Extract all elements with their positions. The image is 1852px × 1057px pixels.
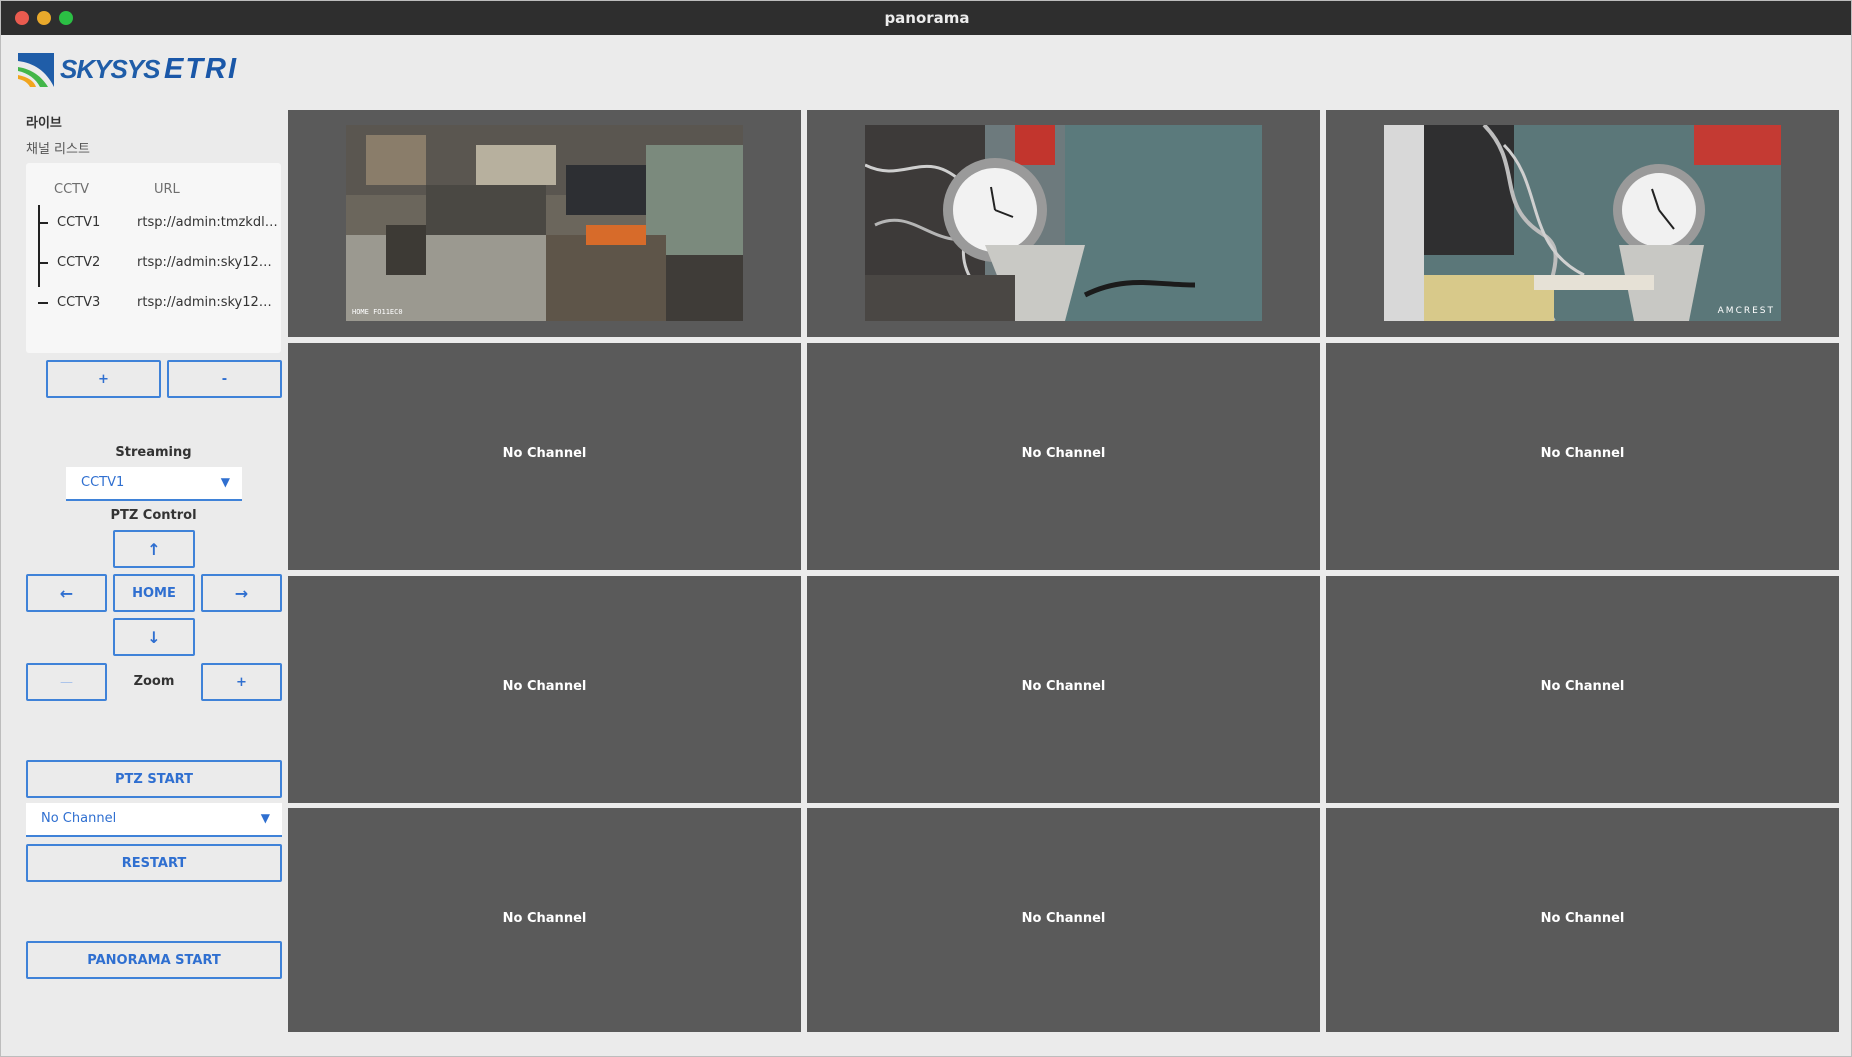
camera-feed-cctv1: HOME FO11EC0: [346, 125, 743, 321]
zoom-in-button[interactable]: +: [201, 663, 282, 701]
title-bar: panorama: [1, 1, 1851, 35]
no-channel-label: No Channel: [1540, 679, 1625, 694]
dropdown-arrow-icon: ▼: [260, 811, 270, 825]
no-channel-label: No Channel: [1540, 446, 1625, 461]
brand-etri-text: ETRI: [164, 53, 239, 85]
channel-list-label: 채널 리스트: [26, 142, 90, 157]
video-tile-cctv2[interactable]: [807, 110, 1320, 337]
brand-logo: SKYSYS ETRI: [16, 49, 266, 91]
video-tile-empty[interactable]: No Channel: [288, 576, 801, 803]
column-header-cctv[interactable]: CCTV: [54, 182, 89, 197]
add-channel-button[interactable]: +: [46, 360, 161, 398]
camera-feed-cctv3: AMCREST: [1384, 125, 1781, 321]
streaming-select[interactable]: CCTV1 ▼: [66, 467, 242, 501]
panorama-start-button[interactable]: PANORAMA START: [26, 941, 282, 979]
restart-channel-select[interactable]: No Channel ▼: [26, 803, 282, 837]
video-tile-empty[interactable]: No Channel: [1326, 576, 1839, 803]
feed-brand-watermark: AMCREST: [1717, 306, 1775, 316]
channel-url[interactable]: rtsp://admin:sky123!!...: [137, 295, 279, 310]
video-tile-cctv3[interactable]: AMCREST: [1326, 110, 1839, 337]
brand-skysys-text: SKYSYS: [60, 54, 160, 84]
video-tile-cctv1[interactable]: HOME FO11EC0: [288, 110, 801, 337]
channel-name[interactable]: CCTV2: [57, 255, 100, 270]
channel-url[interactable]: rtsp://admin:sky123!!...: [137, 255, 279, 270]
channel-name[interactable]: CCTV3: [57, 295, 100, 310]
zoom-out-button[interactable]: —: [26, 663, 107, 701]
dropdown-arrow-icon: ▼: [220, 475, 230, 489]
no-channel-label: No Channel: [1540, 911, 1625, 926]
ptz-up-button[interactable]: ↑: [113, 530, 195, 568]
no-channel-label: No Channel: [1021, 446, 1106, 461]
video-tile-empty[interactable]: No Channel: [1326, 808, 1839, 1032]
camera-feed-cctv2: [865, 125, 1262, 321]
ptz-right-button[interactable]: →: [201, 574, 282, 612]
ptz-control-label: PTZ Control: [110, 508, 197, 523]
remove-channel-button[interactable]: -: [167, 360, 282, 398]
tree-branch-line: [38, 262, 48, 264]
streaming-selected-value: CCTV1: [81, 475, 125, 490]
window-title: panorama: [884, 9, 970, 27]
feed-overlay-text: HOME FO11EC0: [352, 308, 403, 316]
streaming-label: Streaming: [115, 445, 192, 460]
no-channel-label: No Channel: [1021, 911, 1106, 926]
no-channel-label: No Channel: [502, 911, 587, 926]
no-channel-label: No Channel: [502, 446, 587, 461]
channel-url[interactable]: rtsp://admin:tmzkdl1...: [137, 215, 279, 230]
video-tile-empty[interactable]: No Channel: [807, 576, 1320, 803]
video-tile-empty[interactable]: No Channel: [288, 343, 801, 570]
no-channel-label: No Channel: [1021, 679, 1106, 694]
app-window: panorama SKYSYS ETRI 라이브 채널 리스트 CCTV URL…: [0, 0, 1852, 1057]
channel-name[interactable]: CCTV1: [57, 215, 100, 230]
restart-button[interactable]: RESTART: [26, 844, 282, 882]
column-header-url[interactable]: URL: [154, 182, 180, 197]
tree-branch-line: [38, 205, 40, 287]
ptz-left-button[interactable]: ←: [26, 574, 107, 612]
no-channel-label: No Channel: [502, 679, 587, 694]
ptz-start-button[interactable]: PTZ START: [26, 760, 282, 798]
restart-channel-selected-value: No Channel: [41, 811, 117, 826]
skysys-logo-icon: [18, 53, 54, 87]
video-tile-empty[interactable]: No Channel: [288, 808, 801, 1032]
tree-branch-line: [38, 222, 48, 224]
tree-branch-line: [38, 302, 48, 304]
zoom-label: Zoom: [133, 674, 175, 689]
ptz-home-button[interactable]: HOME: [113, 574, 195, 612]
ptz-down-button[interactable]: ↓: [113, 618, 195, 656]
section-title-live: 라이브: [26, 116, 62, 131]
video-tile-empty[interactable]: No Channel: [1326, 343, 1839, 570]
channel-list[interactable]: CCTV URL CCTV1 rtsp://admin:tmzkdl1... C…: [26, 163, 281, 353]
video-tile-empty[interactable]: No Channel: [807, 808, 1320, 1032]
video-tile-empty[interactable]: No Channel: [807, 343, 1320, 570]
